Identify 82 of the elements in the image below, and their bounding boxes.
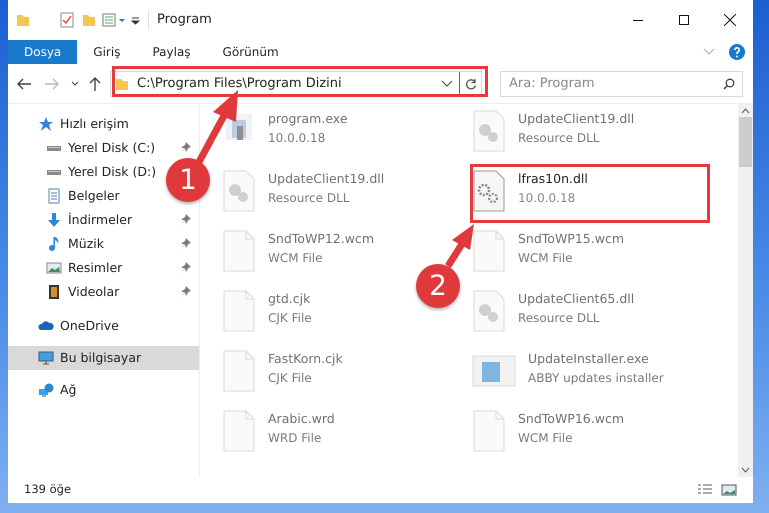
refresh-icon — [464, 78, 476, 90]
film-icon — [46, 284, 62, 300]
file-name[interactable]: UpdateClient19.dll — [268, 170, 384, 189]
file-detail: 10.0.0.18 — [518, 190, 576, 207]
dll-file-icon[interactable] — [472, 290, 506, 332]
maximize-icon — [679, 15, 689, 25]
up-icon[interactable] — [88, 76, 102, 92]
sidebar-item[interactable]: Resimler — [8, 256, 199, 280]
address-path: C:\Program Files\Program Dizini — [137, 76, 342, 92]
file-detail: WCM File — [518, 250, 574, 267]
sidebar-item[interactable]: OneDrive — [8, 314, 127, 338]
sidebar-item[interactable]: Yerel Disk (C:) — [8, 136, 199, 160]
sidebar-item[interactable]: Videolar — [8, 280, 199, 304]
file-icon[interactable] — [222, 290, 256, 332]
file-detail: WRD File — [268, 430, 322, 447]
item-count: 139 öğe — [24, 481, 72, 498]
ribbon-tab[interactable]: Dosya — [8, 40, 78, 64]
file-detail: CJK File — [268, 310, 312, 327]
scrollbar-thumb[interactable] — [739, 117, 752, 167]
folder-icon[interactable] — [16, 12, 30, 28]
drive-icon — [47, 170, 61, 174]
file-name[interactable]: gtd.cjk — [268, 290, 312, 309]
file-detail: Resource DLL — [518, 310, 600, 327]
download-icon — [46, 212, 62, 228]
gear-file-icon[interactable] — [472, 170, 506, 212]
ribbon-tab[interactable]: Paylaş — [136, 40, 207, 64]
file-detail: ABBY updates installer — [528, 370, 664, 387]
ribbon-tab[interactable]: Görünüm — [206, 40, 295, 64]
close-icon — [724, 14, 736, 26]
file-name[interactable]: lfras10n.dll — [518, 170, 588, 189]
dll-file-icon[interactable] — [472, 110, 506, 152]
document-icon — [46, 188, 62, 204]
file-name[interactable]: SndToWP16.wcm — [518, 410, 624, 429]
star-icon — [38, 116, 54, 132]
file-name[interactable]: UpdateClient65.dll — [518, 290, 634, 309]
expand-ribbon-icon[interactable] — [703, 47, 715, 57]
file-icon[interactable] — [222, 350, 256, 392]
file-detail: Resource DLL — [268, 190, 350, 207]
arrow — [445, 224, 474, 268]
sidebar-item[interactable]: Belgeler — [8, 184, 128, 208]
file-name[interactable]: FastKorn.cjk — [268, 350, 343, 369]
dropdown-icon[interactable] — [441, 78, 453, 88]
network-icon — [38, 382, 54, 398]
file-detail: WCM File — [268, 250, 324, 267]
sidebar-item[interactable]: Bu bilgisayar — [8, 346, 199, 370]
scroll-down-icon[interactable] — [741, 466, 750, 474]
help-icon[interactable] — [729, 44, 745, 60]
monitor-icon — [38, 350, 54, 366]
scroll-up-icon[interactable] — [741, 107, 750, 115]
new-folder-icon[interactable] — [82, 12, 96, 28]
file-icon[interactable] — [472, 410, 506, 452]
music-note-icon — [49, 237, 59, 251]
file-name[interactable]: program.exe — [268, 110, 348, 129]
file-detail: WCM File — [518, 430, 574, 447]
sidebar-item[interactable]: İndirmeler — [8, 208, 199, 232]
forward-icon[interactable] — [44, 76, 60, 90]
file-detail: 10.0.0.18 — [268, 130, 326, 147]
sidebar-item[interactable]: Ağ — [8, 378, 84, 402]
sidebar-item[interactable]: Yerel Disk (D:) — [8, 160, 164, 184]
picture-icon — [46, 260, 62, 276]
search-field[interactable]: Ara: Program — [500, 70, 743, 96]
back-icon[interactable] — [16, 76, 32, 90]
file-name[interactable]: SndToWP15.wcm — [518, 230, 624, 249]
file-name[interactable]: UpdateClient19.dll — [518, 110, 634, 129]
file-icon[interactable] — [222, 410, 256, 452]
sidebar-item[interactable]: Hızlı erişim — [8, 112, 137, 136]
view-icon[interactable] — [102, 12, 128, 28]
window-title: Program — [148, 10, 212, 30]
file-detail: Resource DLL — [518, 130, 600, 147]
ribbon-tab[interactable]: Giriş — [77, 40, 136, 64]
drive-icon — [47, 146, 61, 150]
dll-file-icon[interactable] — [222, 170, 256, 212]
file-name[interactable]: SndToWP12.wcm — [268, 230, 374, 249]
file-icon[interactable] — [472, 230, 506, 272]
search-icon[interactable] — [723, 78, 735, 90]
file-icon[interactable] — [222, 230, 256, 272]
properties-icon[interactable] — [60, 12, 74, 28]
file-name[interactable]: UpdateInstaller.exe — [528, 350, 664, 369]
file-name[interactable]: Arabic.wrd — [268, 410, 335, 429]
large-icons-view-icon[interactable] — [721, 483, 737, 497]
file-detail: CJK File — [268, 370, 313, 387]
sidebar-item[interactable]: Müzik — [8, 232, 199, 256]
